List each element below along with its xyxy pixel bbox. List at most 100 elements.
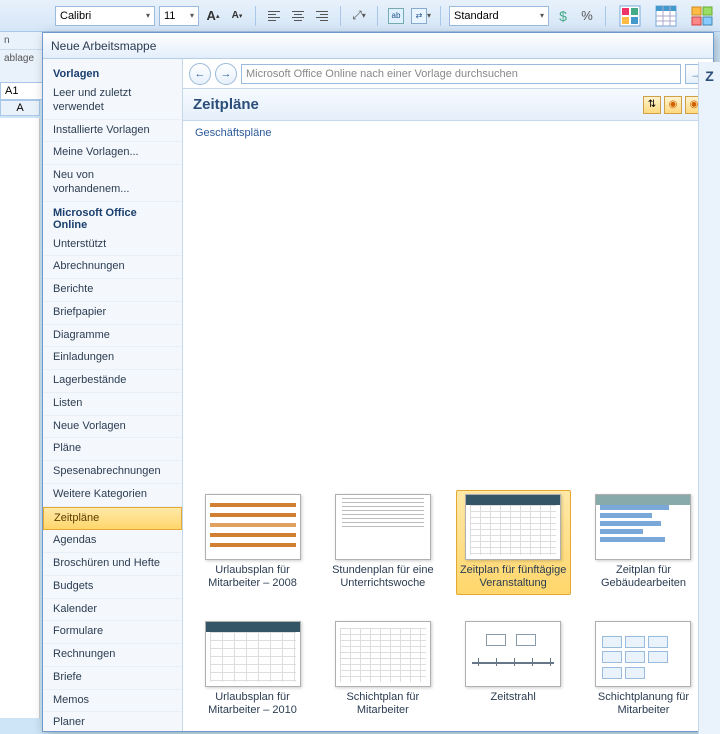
sidebar-item[interactable]: Neue Vorlagen bbox=[43, 416, 182, 439]
sidebar-heading-online: Microsoft Office Online bbox=[43, 202, 182, 234]
template-item[interactable]: Stundenplan für eine Unterrichtswoche bbox=[325, 490, 440, 594]
currency-icon: $ bbox=[559, 8, 567, 24]
template-item[interactable]: Zeitplan für Gebäudearbeiten bbox=[586, 490, 701, 594]
font-name-value: Calibri bbox=[60, 10, 91, 22]
sidebar-item[interactable]: Diagramme bbox=[43, 325, 182, 348]
ribbon-bar: Calibri ▾ 11 ▾ A▴ A▾ bbox=[0, 0, 720, 32]
sidebar-item[interactable]: Installierte Vorlagen bbox=[43, 120, 182, 143]
sidebar-item[interactable]: Abrechnungen bbox=[43, 256, 182, 279]
separator bbox=[255, 6, 256, 26]
template-item[interactable]: Schichtplanung für Mitarbeiter bbox=[586, 617, 701, 721]
wrap-text-button[interactable]: ab bbox=[386, 6, 406, 26]
separator bbox=[605, 6, 606, 26]
orientation-button[interactable]: ⤢ ▾ bbox=[349, 6, 369, 26]
chevron-down-icon: ▾ bbox=[362, 11, 366, 20]
font-size-select[interactable]: 11 ▾ bbox=[159, 6, 199, 26]
forward-button[interactable]: → bbox=[215, 63, 237, 85]
template-label: Zeitplan für Gebäudearbeiten bbox=[590, 564, 697, 590]
template-item[interactable]: Schichtplan für Mitarbeiter bbox=[325, 617, 440, 721]
arrow-right-icon: → bbox=[221, 68, 232, 80]
cell-styles-button[interactable] bbox=[686, 2, 718, 30]
template-content: ← → Microsoft Office Online nach einer V… bbox=[183, 59, 713, 731]
template-thumbnail bbox=[595, 494, 691, 560]
sort-icon: ⇅ bbox=[648, 99, 656, 110]
separator bbox=[440, 6, 441, 26]
template-sidebar: Vorlagen Leer und zuletzt verwendetInsta… bbox=[43, 59, 183, 731]
sidebar-item[interactable]: Agendas bbox=[43, 530, 182, 553]
template-thumbnail bbox=[335, 494, 431, 560]
sidebar-item[interactable]: Unterstützt bbox=[43, 234, 182, 257]
dialog-title-text: Neue Arbeitsmappe bbox=[51, 39, 156, 53]
sidebar-item[interactable]: Listen bbox=[43, 393, 182, 416]
template-thumbnail bbox=[205, 494, 301, 560]
person-icon: ◉ bbox=[669, 99, 678, 110]
sidebar-item[interactable]: Briefpapier bbox=[43, 302, 182, 325]
spreadsheet-area bbox=[0, 118, 40, 718]
view-customer-button[interactable]: ◉ bbox=[664, 96, 682, 114]
template-row: Urlaubsplan für Mitarbeiter – 2008 Stunde… bbox=[195, 490, 701, 594]
align-left-icon bbox=[268, 11, 280, 21]
back-button[interactable]: ← bbox=[189, 63, 211, 85]
template-label: Schichtplan für Mitarbeiter bbox=[329, 691, 436, 717]
sidebar-item[interactable]: Memos bbox=[43, 690, 182, 713]
conditional-formatting-icon bbox=[618, 4, 642, 28]
subcategory-link[interactable]: Geschäftspläne bbox=[183, 121, 713, 145]
template-label: Urlaubsplan für Mitarbeiter – 2008 bbox=[199, 564, 306, 590]
sidebar-item[interactable]: Spesenabrechnungen bbox=[43, 461, 182, 484]
sidebar-item[interactable]: Zeitpläne bbox=[43, 507, 182, 531]
align-center-button[interactable] bbox=[288, 6, 308, 26]
template-label: Zeitstrahl bbox=[491, 691, 536, 717]
dialog-body: Vorlagen Leer und zuletzt verwendetInsta… bbox=[43, 59, 713, 731]
currency-button[interactable]: $ bbox=[553, 6, 573, 26]
sidebar-item[interactable]: Neu von vorhandenem... bbox=[43, 165, 182, 202]
align-right-button[interactable] bbox=[312, 6, 332, 26]
template-thumbnail bbox=[465, 494, 561, 560]
align-left-button[interactable] bbox=[264, 6, 284, 26]
sidebar-heading-local: Vorlagen bbox=[43, 63, 182, 83]
merge-button[interactable]: ⇄ ▾ bbox=[410, 6, 432, 26]
percent-icon: % bbox=[581, 8, 593, 23]
table-icon bbox=[654, 4, 678, 28]
percent-button[interactable]: % bbox=[577, 6, 597, 26]
sidebar-item[interactable]: Formulare bbox=[43, 621, 182, 644]
sidebar-item[interactable]: Lagerbestände bbox=[43, 370, 182, 393]
number-format-select[interactable]: Standard ▾ bbox=[449, 6, 549, 26]
template-thumbnail bbox=[595, 621, 691, 687]
orientation-icon: ⤢ bbox=[352, 8, 362, 23]
sidebar-item[interactable]: Pläne bbox=[43, 438, 182, 461]
shrink-font-button[interactable]: A▾ bbox=[227, 6, 247, 26]
preview-pane-edge: Z bbox=[698, 62, 720, 734]
sidebar-item[interactable]: Weitere Kategorien bbox=[43, 484, 182, 507]
grow-font-button[interactable]: A▴ bbox=[203, 6, 223, 26]
sidebar-item[interactable]: Briefe bbox=[43, 667, 182, 690]
category-heading-row: Zeitpläne ⇅ ◉ ◉ bbox=[183, 89, 713, 121]
format-as-table-button[interactable] bbox=[650, 2, 682, 30]
search-input[interactable]: Microsoft Office Online nach einer Vorla… bbox=[241, 64, 681, 84]
sidebar-item[interactable]: Budgets bbox=[43, 576, 182, 599]
category-heading: Zeitpläne bbox=[193, 96, 259, 113]
template-item[interactable]: Zeitplan für fünftägige Veranstaltung bbox=[456, 490, 571, 594]
sort-button[interactable]: ⇅ bbox=[643, 96, 661, 114]
sidebar-item[interactable]: Planer bbox=[43, 712, 182, 731]
sidebar-item[interactable]: Meine Vorlagen... bbox=[43, 142, 182, 165]
sidebar-item[interactable]: Leer und zuletzt verwendet bbox=[43, 83, 182, 120]
sidebar-item[interactable]: Berichte bbox=[43, 279, 182, 302]
chevron-down-icon: ▾ bbox=[540, 11, 544, 20]
sidebar-item[interactable]: Rechnungen bbox=[43, 644, 182, 667]
chevron-down-icon: ▾ bbox=[427, 11, 431, 20]
font-name-select[interactable]: Calibri ▾ bbox=[55, 6, 155, 26]
template-label: Urlaubsplan für Mitarbeiter – 2010 bbox=[199, 691, 306, 717]
template-item[interactable]: Urlaubsplan für Mitarbeiter – 2008 bbox=[195, 490, 310, 594]
conditional-formatting-button[interactable] bbox=[614, 2, 646, 30]
template-item[interactable]: Urlaubsplan für Mitarbeiter – 2010 bbox=[195, 617, 310, 721]
sidebar-item[interactable]: Einladungen bbox=[43, 347, 182, 370]
merge-icon: ⇄ bbox=[411, 8, 427, 24]
template-label: Stundenplan für eine Unterrichtswoche bbox=[329, 564, 436, 590]
sidebar-item[interactable]: Kalender bbox=[43, 599, 182, 622]
column-header-a[interactable]: A bbox=[0, 100, 40, 116]
template-item[interactable]: Zeitstrahl bbox=[456, 617, 571, 721]
sidebar-item[interactable]: Broschüren und Hefte bbox=[43, 553, 182, 576]
align-right-icon bbox=[316, 11, 328, 21]
template-thumbnail bbox=[465, 621, 561, 687]
chevron-down-icon: ▾ bbox=[190, 11, 194, 20]
